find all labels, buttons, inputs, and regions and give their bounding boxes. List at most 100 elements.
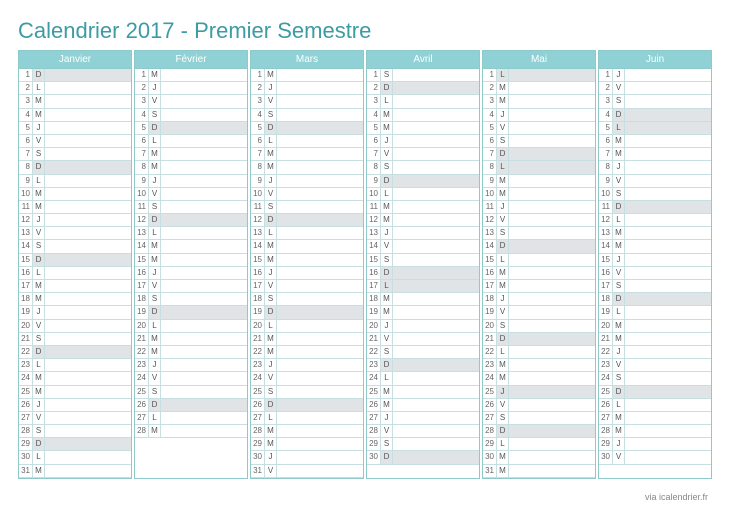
day-note	[509, 333, 595, 345]
day-weekday: L	[497, 161, 509, 173]
day-row: 25D	[599, 386, 711, 399]
day-weekday: M	[497, 451, 509, 463]
day-weekday: M	[33, 201, 45, 213]
day-number: 31	[19, 465, 33, 477]
day-number: 22	[251, 346, 265, 358]
day-note	[277, 425, 363, 437]
day-note	[509, 240, 595, 252]
day-weekday: S	[33, 148, 45, 160]
day-note	[509, 280, 595, 292]
day-weekday: V	[149, 188, 161, 200]
day-number: 21	[251, 333, 265, 345]
day-row: 3V	[251, 95, 363, 108]
day-note	[393, 69, 479, 81]
day-note	[509, 188, 595, 200]
day-weekday: D	[613, 109, 625, 121]
day-note	[393, 412, 479, 424]
day-row: 19D	[135, 306, 247, 319]
day-number: 25	[135, 386, 149, 398]
day-note	[45, 372, 131, 384]
day-row: 30M	[483, 451, 595, 464]
day-note	[161, 82, 247, 94]
day-weekday: S	[381, 161, 393, 173]
day-weekday: L	[149, 135, 161, 147]
day-note	[625, 451, 711, 463]
day-weekday: V	[613, 82, 625, 94]
day-note	[45, 69, 131, 81]
day-row: 15M	[135, 254, 247, 267]
day-number: 6	[483, 135, 497, 147]
day-number: 13	[135, 227, 149, 239]
day-weekday: D	[149, 306, 161, 318]
day-row: 14M	[251, 240, 363, 253]
day-number: 26	[19, 399, 33, 411]
day-number: 12	[135, 214, 149, 226]
day-note	[277, 333, 363, 345]
day-row: 20S	[483, 320, 595, 333]
day-number: 27	[599, 412, 613, 424]
day-weekday: D	[33, 69, 45, 81]
day-note	[625, 95, 711, 107]
day-note	[161, 175, 247, 187]
day-note	[393, 280, 479, 292]
day-row: 7M	[135, 148, 247, 161]
day-number: 9	[251, 175, 265, 187]
day-number: 29	[483, 438, 497, 450]
day-row: 21M	[251, 333, 363, 346]
day-weekday: M	[265, 254, 277, 266]
day-number: 15	[599, 254, 613, 266]
day-number: 16	[135, 267, 149, 279]
day-number: 10	[135, 188, 149, 200]
day-number: 16	[19, 267, 33, 279]
day-note	[277, 399, 363, 411]
day-row: 24V	[135, 372, 247, 385]
day-note	[393, 188, 479, 200]
day-note	[393, 306, 479, 318]
day-weekday: S	[381, 69, 393, 81]
day-weekday: L	[497, 69, 509, 81]
day-row: 23D	[367, 359, 479, 372]
day-number: 17	[367, 280, 381, 292]
day-note	[277, 69, 363, 81]
day-note	[509, 346, 595, 358]
day-note	[277, 306, 363, 318]
day-row: 13M	[599, 227, 711, 240]
day-number: 11	[367, 201, 381, 213]
day-row: 22M	[135, 346, 247, 359]
day-weekday: L	[149, 412, 161, 424]
day-number: 15	[483, 254, 497, 266]
day-number: 26	[367, 399, 381, 411]
day-weekday: M	[149, 69, 161, 81]
day-number: 21	[135, 333, 149, 345]
day-number: 8	[19, 161, 33, 173]
day-number: 21	[19, 333, 33, 345]
day-note	[45, 109, 131, 121]
day-weekday: S	[265, 109, 277, 121]
day-number: 1	[367, 69, 381, 81]
day-row: 2J	[251, 82, 363, 95]
day-number: 9	[367, 175, 381, 187]
day-note	[625, 135, 711, 147]
day-note	[277, 240, 363, 252]
day-number: 15	[251, 254, 265, 266]
day-number: 29	[367, 438, 381, 450]
day-row: 5D	[251, 122, 363, 135]
day-weekday: J	[613, 69, 625, 81]
day-row: 11J	[483, 201, 595, 214]
day-row: 7M	[599, 148, 711, 161]
day-number: 14	[483, 240, 497, 252]
day-note	[625, 293, 711, 305]
day-weekday: D	[381, 82, 393, 94]
day-number: 9	[135, 175, 149, 187]
month-column: Avril1S2D3L4M5M6J7V8S9D10L11M12M13J14V15…	[366, 50, 480, 479]
day-number: 27	[483, 412, 497, 424]
day-number: 24	[19, 372, 33, 384]
day-note	[509, 425, 595, 437]
day-note	[161, 201, 247, 213]
day-number: 30	[251, 451, 265, 463]
day-number: 4	[19, 109, 33, 121]
day-row: 21D	[483, 333, 595, 346]
day-weekday: L	[265, 320, 277, 332]
day-row: 29M	[251, 438, 363, 451]
day-weekday: L	[381, 188, 393, 200]
